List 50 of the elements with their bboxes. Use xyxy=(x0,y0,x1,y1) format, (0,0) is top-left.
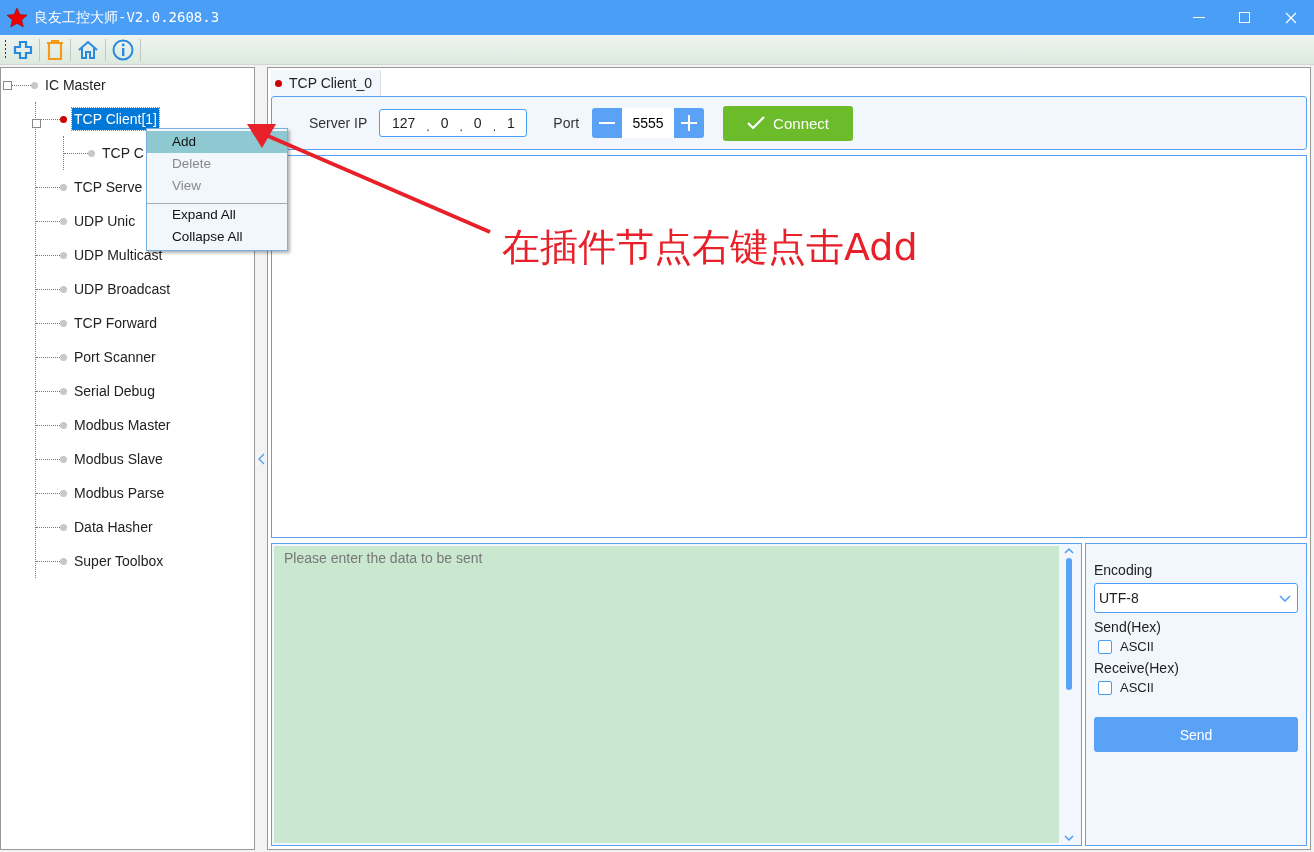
tree-item[interactable]: IC Master xyxy=(43,74,108,96)
chevron-up-icon[interactable] xyxy=(1064,548,1074,554)
checkbox-label: ASCII xyxy=(1120,680,1154,695)
checkbox-label: ASCII xyxy=(1120,639,1154,654)
window-title: 良友工控大师-V2.0.2608.3 xyxy=(34,8,221,27)
ip-field[interactable]: 127 . 0 . 0 . 1 xyxy=(379,109,528,137)
tree-item[interactable]: Port Scanner xyxy=(72,346,158,368)
collapse-icon[interactable] xyxy=(257,452,265,465)
port-label: Port xyxy=(553,115,580,131)
grip-icon xyxy=(4,39,7,60)
send-hex-label: Send(Hex) xyxy=(1094,619,1162,635)
port-field[interactable]: 5555 xyxy=(622,108,675,138)
trash-icon[interactable] xyxy=(46,39,64,60)
star-icon xyxy=(6,6,28,29)
checkbox[interactable] xyxy=(1098,639,1112,654)
plus-icon xyxy=(681,115,698,131)
tree-item[interactable]: Super Toolbox xyxy=(72,550,166,572)
tree-item[interactable]: Modbus Slave xyxy=(72,448,165,470)
tree-item[interactable]: UDP Unic xyxy=(72,210,138,232)
tree-item[interactable]: Modbus Parse xyxy=(72,482,167,504)
minus-icon xyxy=(599,122,616,124)
chevron-down-icon[interactable] xyxy=(1064,835,1074,841)
encoding-select[interactable]: UTF-8 xyxy=(1094,583,1298,613)
decrement-button[interactable] xyxy=(592,108,623,138)
add-icon[interactable] xyxy=(13,39,33,60)
tree-item[interactable]: TCP Client[1] xyxy=(72,108,159,130)
expander-icon[interactable] xyxy=(32,118,41,128)
menu-item[interactable]: Add xyxy=(147,131,287,153)
expander-icon[interactable] xyxy=(3,80,12,90)
info-icon[interactable] xyxy=(112,38,134,61)
menu-item[interactable]: Expand All xyxy=(147,203,287,226)
tree-item[interactable]: Serial Debug xyxy=(72,380,157,402)
home-icon[interactable] xyxy=(77,39,99,60)
tab[interactable]: TCP Client_0 xyxy=(271,70,381,96)
checkbox[interactable] xyxy=(1098,680,1112,695)
tree-item[interactable]: Modbus Master xyxy=(72,414,173,436)
receive-area[interactable] xyxy=(271,155,1307,538)
tree-item[interactable]: TCP Serve xyxy=(72,176,145,198)
annotation-text: 在插件节点右键点击Add xyxy=(502,224,918,271)
increment-button[interactable] xyxy=(674,108,705,138)
tree-item[interactable]: UDP Broadcast xyxy=(72,278,173,300)
server-ip-label: Server IP xyxy=(309,115,368,131)
encoding-label: Encoding xyxy=(1094,562,1154,578)
tree-item[interactable]: TCP Forward xyxy=(72,312,159,334)
receive-hex-label: Receive(Hex) xyxy=(1094,660,1180,676)
tree-item[interactable]: Data Hasher xyxy=(72,516,155,538)
send-field[interactable]: Please enter the data to be sent xyxy=(274,546,1059,843)
check-icon xyxy=(747,116,766,130)
chevron-down-icon xyxy=(1279,594,1291,602)
tree-item[interactable]: TCP C xyxy=(100,142,146,164)
